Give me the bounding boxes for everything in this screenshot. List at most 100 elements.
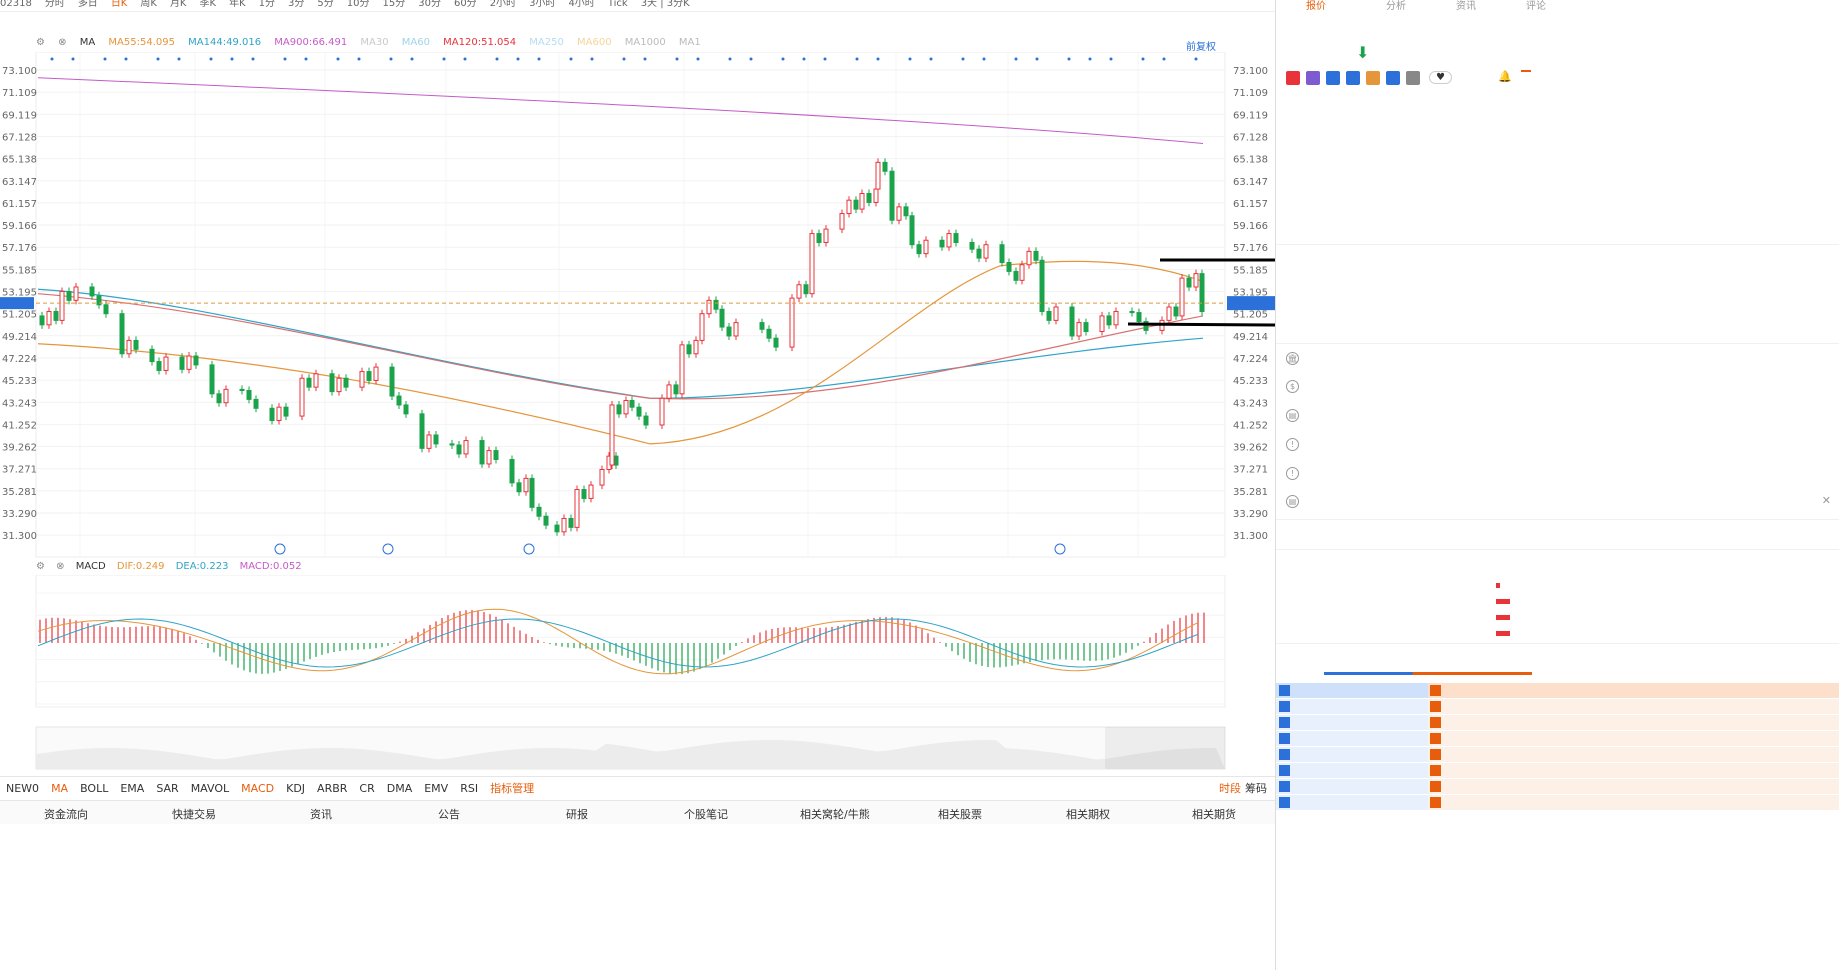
indicator-right-0[interactable]: 时段 [1215, 780, 1241, 796]
nav-item-0[interactable]: 资金流向 [44, 806, 88, 822]
info-item-4[interactable]: ! [1286, 466, 1831, 488]
candle [1179, 277, 1185, 317]
indicator-tab-10[interactable]: DMA [381, 779, 419, 798]
earnings-marker[interactable] [274, 543, 286, 555]
indicator-tab-8[interactable]: ARBR [311, 779, 353, 798]
feature-icon-5[interactable] [1386, 71, 1400, 85]
period-tab-7[interactable]: 年K [229, 0, 246, 9]
nav-item-5[interactable]: 个股笔记 [684, 806, 728, 822]
candle [223, 388, 229, 404]
indicator-tab-11[interactable]: EMV [418, 779, 454, 798]
quick-trade-button[interactable] [1521, 70, 1531, 72]
price-tick-left: 69.119 [2, 110, 37, 121]
nav-item-7[interactable]: 相关股票 [938, 806, 982, 822]
nav-item-1[interactable]: 快捷交易 [172, 806, 216, 822]
macd-close-icon[interactable]: ⊗ [56, 561, 64, 572]
period-tab-10[interactable]: 5分 [317, 0, 333, 9]
event-marker [357, 57, 361, 61]
indicator-tab-1[interactable]: MA [45, 779, 74, 798]
period-tab-12[interactable]: 15分 [382, 0, 405, 9]
period-tab-15[interactable]: 2小时 [490, 0, 516, 9]
info-item-5[interactable]: ▤ ✕ [1286, 494, 1831, 516]
info-item-3[interactable]: ! [1286, 437, 1831, 459]
period-tab-3[interactable]: 日K [111, 0, 128, 9]
indicator-name[interactable]: MA [80, 37, 95, 48]
bell-icon[interactable]: 🔔 [1498, 70, 1512, 83]
event-marker [643, 57, 647, 61]
ask-cell-bg [1428, 683, 1839, 698]
dif-legend: DIF:0.249 [116, 561, 165, 572]
indicator-tab-0[interactable]: NEW0 [0, 779, 45, 798]
period-tab-18[interactable]: Tick [608, 0, 628, 9]
candle [666, 384, 672, 399]
indicator-tab-13[interactable]: 指标管理 [484, 777, 540, 799]
right-tab-1[interactable]: 分析 [1386, 0, 1406, 12]
macd-chart[interactable] [0, 575, 1275, 775]
event-marker [537, 57, 541, 61]
period-tab-14[interactable]: 60分 [454, 0, 477, 9]
macd-name[interactable]: MACD [76, 561, 106, 572]
period-tab-19[interactable]: 3天 | 3分K [641, 0, 690, 9]
feature-icon-2[interactable] [1326, 71, 1340, 85]
info-item-1[interactable]: $ [1286, 379, 1831, 401]
indicator-tab-4[interactable]: SAR [150, 779, 184, 798]
close-icon[interactable]: ✕ [1822, 494, 1831, 507]
right-tab-2[interactable]: 资讯 [1456, 0, 1476, 12]
period-tab-17[interactable]: 4小时 [568, 0, 594, 9]
main-chart[interactable]: 73.100 73.100 71.109 71.109 69.119 69.119 67.1… [0, 52, 1275, 560]
indicator-right-1[interactable]: 筹码 [1241, 780, 1267, 796]
period-tab-2[interactable]: 多日 [78, 0, 98, 9]
feature-icon-3[interactable] [1346, 71, 1360, 85]
indicator-tab-7[interactable]: KDJ [280, 779, 311, 798]
event-marker [929, 57, 933, 61]
earnings-marker[interactable] [523, 543, 535, 555]
order-book-row [1276, 747, 1839, 763]
period-tab-9[interactable]: 3分 [288, 0, 304, 9]
price-tick-right: 51.205 [1233, 310, 1268, 321]
nav-item-2[interactable]: 资讯 [310, 806, 332, 822]
period-tab-0[interactable]: 02318 [0, 0, 32, 9]
info-item-0[interactable]: 🏛 [1286, 351, 1831, 373]
close-icon[interactable]: ⊗ [58, 37, 66, 48]
indicator-tab-9[interactable]: CR [353, 779, 380, 798]
nav-item-8[interactable]: 相关期权 [1066, 806, 1110, 822]
period-tab-16[interactable]: 3小时 [529, 0, 555, 9]
indicator-tab-12[interactable]: RSI [454, 779, 484, 798]
feature-icon-0[interactable] [1286, 71, 1300, 85]
right-tab-0[interactable]: 报价 [1306, 0, 1326, 12]
feature-icon-1[interactable] [1306, 71, 1320, 85]
period-tab-5[interactable]: 月K [170, 0, 187, 9]
candle [59, 290, 65, 321]
candle [923, 239, 929, 255]
feature-icon-6[interactable] [1406, 71, 1420, 85]
nav-item-3[interactable]: 公告 [438, 806, 460, 822]
adjust-mode-button[interactable]: 前复权 [1186, 38, 1216, 53]
feature-icon-4[interactable] [1366, 71, 1380, 85]
event-marker [304, 57, 308, 61]
earnings-marker[interactable] [382, 543, 394, 555]
right-tab-3[interactable]: 评论 [1526, 0, 1546, 12]
indicator-tab-2[interactable]: BOLL [74, 779, 114, 798]
indicator-tab-5[interactable]: MAVOL [185, 779, 235, 798]
nav-item-6[interactable]: 相关窝轮/牛熊 [800, 806, 870, 822]
period-tab-13[interactable]: 30分 [418, 0, 441, 9]
watchlist-button[interactable]: ♥ [1429, 71, 1452, 84]
period-tab-1[interactable]: 分时 [45, 0, 65, 9]
info-item-2[interactable]: ▤ [1286, 408, 1831, 430]
period-tab-8[interactable]: 1分 [259, 0, 275, 9]
settings-icon[interactable]: ⚙ [36, 37, 45, 48]
candle [629, 400, 635, 408]
overview-window[interactable] [1105, 727, 1225, 769]
nav-item-9[interactable]: 相关期货 [1192, 806, 1236, 822]
period-tab-11[interactable]: 10分 [347, 0, 370, 9]
nav-item-4[interactable]: 研报 [566, 806, 588, 822]
period-tab-4[interactable]: 周K [140, 0, 157, 9]
candle [969, 241, 975, 250]
indicator-tab-6[interactable]: MACD [235, 779, 280, 798]
period-tab-6[interactable]: 季K [200, 0, 217, 9]
macd-settings-icon[interactable]: ⚙ [36, 561, 45, 572]
event-marker [495, 57, 499, 61]
indicator-tab-3[interactable]: EMA [114, 779, 150, 798]
earnings-marker[interactable] [1054, 543, 1066, 555]
candle [509, 458, 515, 484]
